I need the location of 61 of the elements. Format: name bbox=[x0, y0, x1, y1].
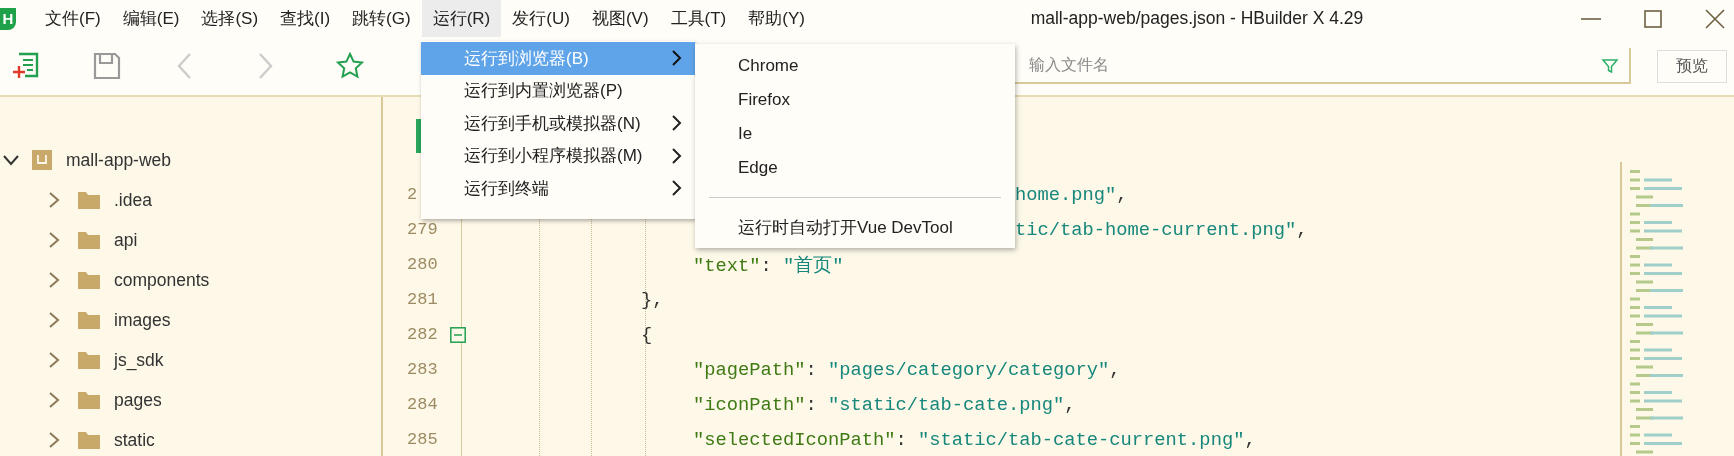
line-number: 285 bbox=[406, 430, 439, 449]
menu-item[interactable]: 选择(S) bbox=[190, 0, 270, 37]
line-number: 280 bbox=[406, 255, 439, 274]
tree-item[interactable]: mall-app-web bbox=[66, 149, 172, 171]
save-icon[interactable] bbox=[92, 51, 122, 81]
line-number: 2 bbox=[406, 185, 419, 204]
fold-icon[interactable] bbox=[450, 326, 466, 343]
new-file-icon[interactable] bbox=[10, 51, 40, 81]
tree-item[interactable]: images bbox=[114, 309, 171, 331]
app-logo: H bbox=[0, 7, 16, 30]
folder-icon bbox=[78, 391, 100, 409]
code-line: "selectedIconPath": "static/tab-cate-current.png", bbox=[693, 428, 1256, 451]
star-icon[interactable] bbox=[336, 52, 364, 80]
active-tab-marker bbox=[416, 119, 421, 153]
folder-icon bbox=[78, 351, 100, 369]
tree-item[interactable]: api bbox=[114, 229, 138, 251]
file-search-field[interactable]: 输入文件名 bbox=[1015, 48, 1631, 84]
menu-item[interactable]: 运行到终端 bbox=[421, 172, 695, 205]
tree-item[interactable]: pages bbox=[114, 389, 162, 411]
line-number: 283 bbox=[406, 360, 439, 379]
menu-item[interactable]: 文件(F) bbox=[34, 0, 112, 37]
line-number: 281 bbox=[406, 290, 439, 309]
preview-button[interactable]: 预览 bbox=[1657, 49, 1727, 83]
menu-item[interactable]: 跳转(G) bbox=[341, 0, 422, 37]
menu-item[interactable]: 编辑(E) bbox=[111, 0, 191, 37]
filter-icon[interactable] bbox=[1601, 57, 1619, 75]
tree-item[interactable]: js_sdk bbox=[114, 349, 164, 371]
menu-item[interactable]: 运行时自动打开Vue DevTool bbox=[695, 210, 1015, 244]
menu-item[interactable]: 运行(R) bbox=[421, 0, 502, 37]
project-icon bbox=[32, 150, 52, 170]
menu-item[interactable]: Firefox bbox=[695, 83, 1015, 117]
code-line: tic/tab-home-current.png", bbox=[1015, 218, 1308, 241]
menu-item[interactable]: Chrome bbox=[695, 49, 1015, 83]
folder-icon bbox=[78, 431, 100, 449]
menu-item[interactable]: 视图(V) bbox=[580, 0, 660, 37]
menu-item[interactable]: 发行(U) bbox=[501, 0, 581, 37]
menu-item[interactable]: Edge bbox=[695, 151, 1015, 185]
code-line: }, bbox=[641, 288, 664, 311]
code-line: "pagePath": "pages/category/category", bbox=[693, 358, 1121, 381]
window-title: mall-app-web/pages.json - HBuilder X 4.29 bbox=[1029, 8, 1365, 29]
menu-item[interactable]: 查找(I) bbox=[269, 0, 342, 37]
folder-icon bbox=[78, 231, 100, 249]
folder-icon bbox=[78, 191, 100, 209]
folder-icon bbox=[78, 271, 100, 289]
code-line: "text": "首页" bbox=[693, 253, 844, 278]
menu-item[interactable]: 工具(T) bbox=[659, 0, 738, 37]
code-line: home.png", bbox=[1015, 183, 1128, 206]
menu-item[interactable]: 运行到手机或模拟器(N) bbox=[421, 107, 695, 140]
line-number: 279 bbox=[406, 220, 439, 239]
tree-item[interactable]: components bbox=[114, 269, 210, 291]
menu-item[interactable]: Ie bbox=[695, 117, 1015, 151]
code-line: "iconPath": "static/tab-cate.png", bbox=[693, 393, 1076, 416]
folder-icon bbox=[78, 311, 100, 329]
menu-item[interactable]: 运行到内置浏览器(P) bbox=[421, 74, 695, 107]
menu-item[interactable]: 帮助(Y) bbox=[737, 0, 816, 37]
tree-item[interactable]: static bbox=[114, 429, 155, 451]
line-number: 284 bbox=[406, 395, 439, 414]
menu-item[interactable]: 运行到小程序模拟器(M) bbox=[421, 139, 695, 172]
line-number: 282 bbox=[406, 325, 439, 344]
tree-item[interactable]: .idea bbox=[114, 189, 152, 211]
code-line: { bbox=[641, 323, 653, 346]
